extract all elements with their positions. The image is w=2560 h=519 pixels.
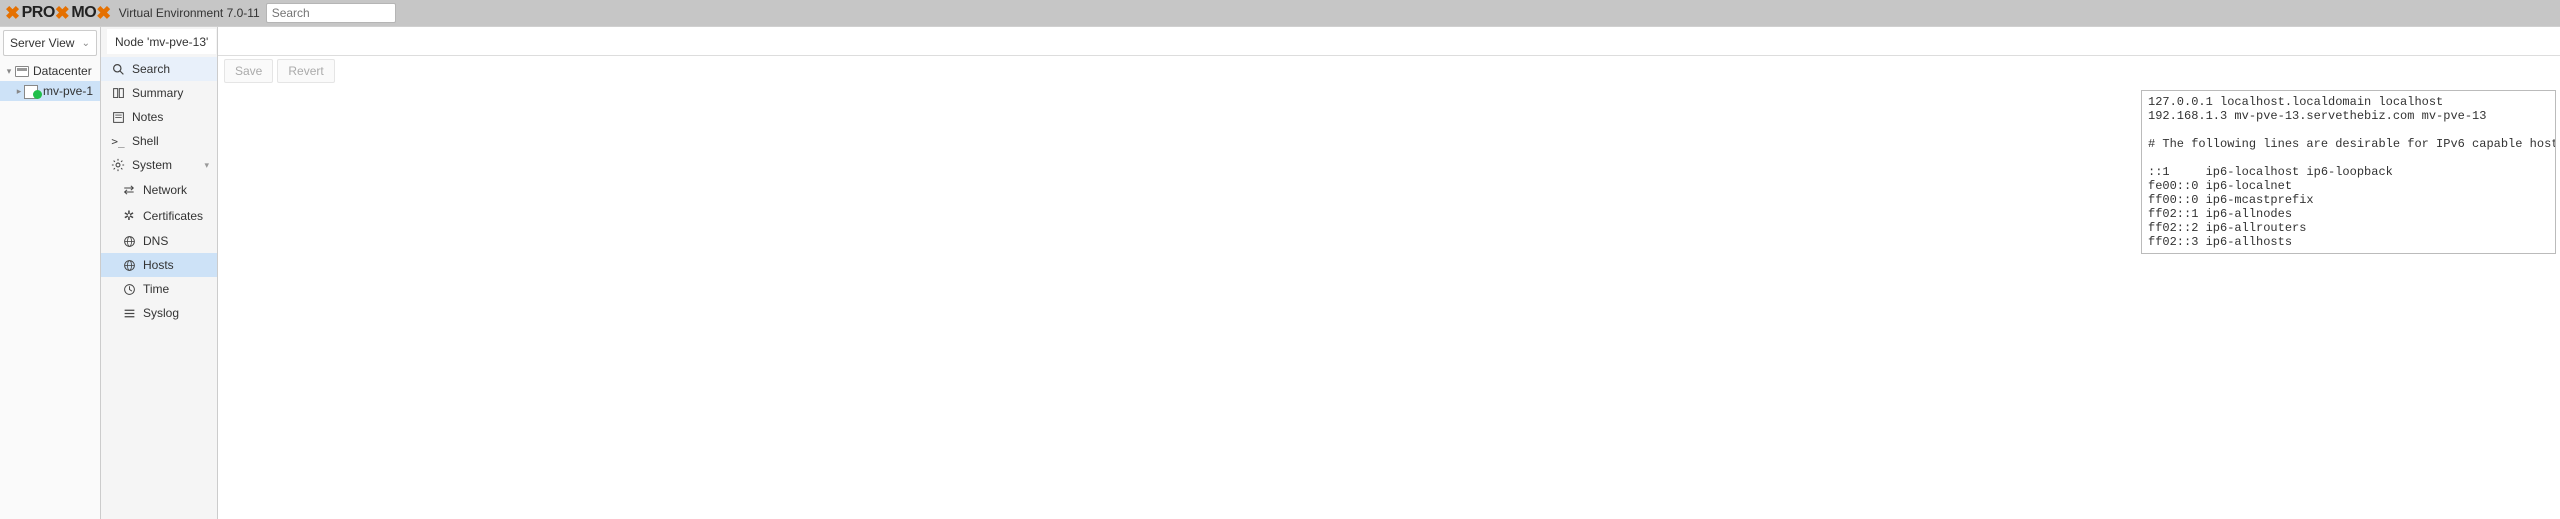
nav-summary[interactable]: Summary: [101, 81, 217, 105]
view-selector-label: Server View: [10, 36, 74, 50]
collapse-icon[interactable]: ▾: [4, 66, 14, 77]
nav-time[interactable]: Time: [101, 277, 217, 301]
tree-item-datacenter[interactable]: ▾ Datacenter: [0, 61, 100, 81]
nav-label: Summary: [132, 86, 183, 100]
nav-hosts[interactable]: Hosts: [101, 253, 217, 277]
globe-icon: [121, 235, 137, 248]
list-icon: [121, 307, 137, 320]
brand-mid: MO: [71, 4, 96, 22]
nav-system[interactable]: System ▾: [101, 153, 217, 177]
content-area: Save Revert 127.0.0.1 localhost.localdom…: [218, 27, 2560, 519]
logo-x-icon-2: ✖: [55, 3, 70, 24]
view-selector[interactable]: Server View ⌄: [3, 30, 97, 56]
breadcrumb: Node 'mv-pve-13': [107, 29, 216, 54]
brand-pre: PRO: [22, 4, 55, 22]
version-label: Virtual Environment 7.0-11: [119, 6, 260, 20]
tree-item-label: Datacenter: [33, 64, 92, 78]
clock-icon: [121, 283, 137, 296]
nav-label: Certificates: [143, 209, 203, 223]
nav-label: DNS: [143, 234, 168, 248]
logo-x-icon: ✖: [5, 3, 20, 24]
hosts-file-editor[interactable]: 127.0.0.1 localhost.localdomain localhos…: [2141, 90, 2556, 254]
gear-icon: [110, 158, 126, 172]
nav-notes[interactable]: Notes: [101, 105, 217, 129]
nav-dns[interactable]: DNS: [101, 229, 217, 253]
nav-label: Shell: [132, 134, 159, 148]
nav-shell[interactable]: >_ Shell: [101, 129, 217, 153]
revert-button[interactable]: Revert: [277, 59, 334, 83]
globe-icon: [121, 259, 137, 272]
global-search-input[interactable]: [266, 3, 396, 23]
nav-label: System: [132, 158, 172, 172]
terminal-icon: >_: [110, 135, 126, 148]
network-icon: ⇄: [121, 182, 137, 198]
certificate-icon: ✲: [121, 208, 137, 224]
tree-item-node[interactable]: ▸ mv-pve-1: [0, 81, 100, 101]
chevron-down-icon: ⌄: [82, 38, 90, 49]
nav-label: Time: [143, 282, 169, 296]
nav-label: Hosts: [143, 258, 174, 272]
nav-label: Notes: [132, 110, 163, 124]
nav-certificates[interactable]: ✲ Certificates: [101, 203, 217, 229]
resource-tree-panel: Server View ⌄ ▾ Datacenter ▸ mv-pve-1: [0, 27, 101, 519]
save-button[interactable]: Save: [224, 59, 273, 83]
nav-network[interactable]: ⇄ Network: [101, 177, 217, 203]
datacenter-icon: [15, 66, 29, 77]
nav-label: Syslog: [143, 306, 179, 320]
header-bar: ✖ PRO✖MO✖ Virtual Environment 7.0-11: [0, 0, 2560, 27]
node-nav-panel: Search Summary Notes >_ Shell: [101, 27, 218, 519]
brand-logo: ✖ PRO✖MO✖: [5, 3, 113, 24]
expand-icon[interactable]: ▸: [14, 86, 24, 97]
search-icon: [110, 63, 126, 76]
nav-syslog[interactable]: Syslog: [101, 301, 217, 325]
book-icon: [110, 87, 126, 100]
nav-search[interactable]: Search: [101, 57, 217, 81]
tree-item-label: mv-pve-1: [43, 84, 93, 98]
chevron-down-icon: ▾: [204, 160, 209, 171]
empty-panel: [222, 90, 2141, 254]
node-running-icon: [24, 84, 40, 98]
hosts-toolbar: Save Revert: [218, 56, 2560, 86]
nav-label: Search: [132, 62, 170, 76]
nav-label: Network: [143, 183, 187, 197]
logo-x-icon-3: ✖: [96, 3, 111, 24]
notes-icon: [110, 111, 126, 124]
